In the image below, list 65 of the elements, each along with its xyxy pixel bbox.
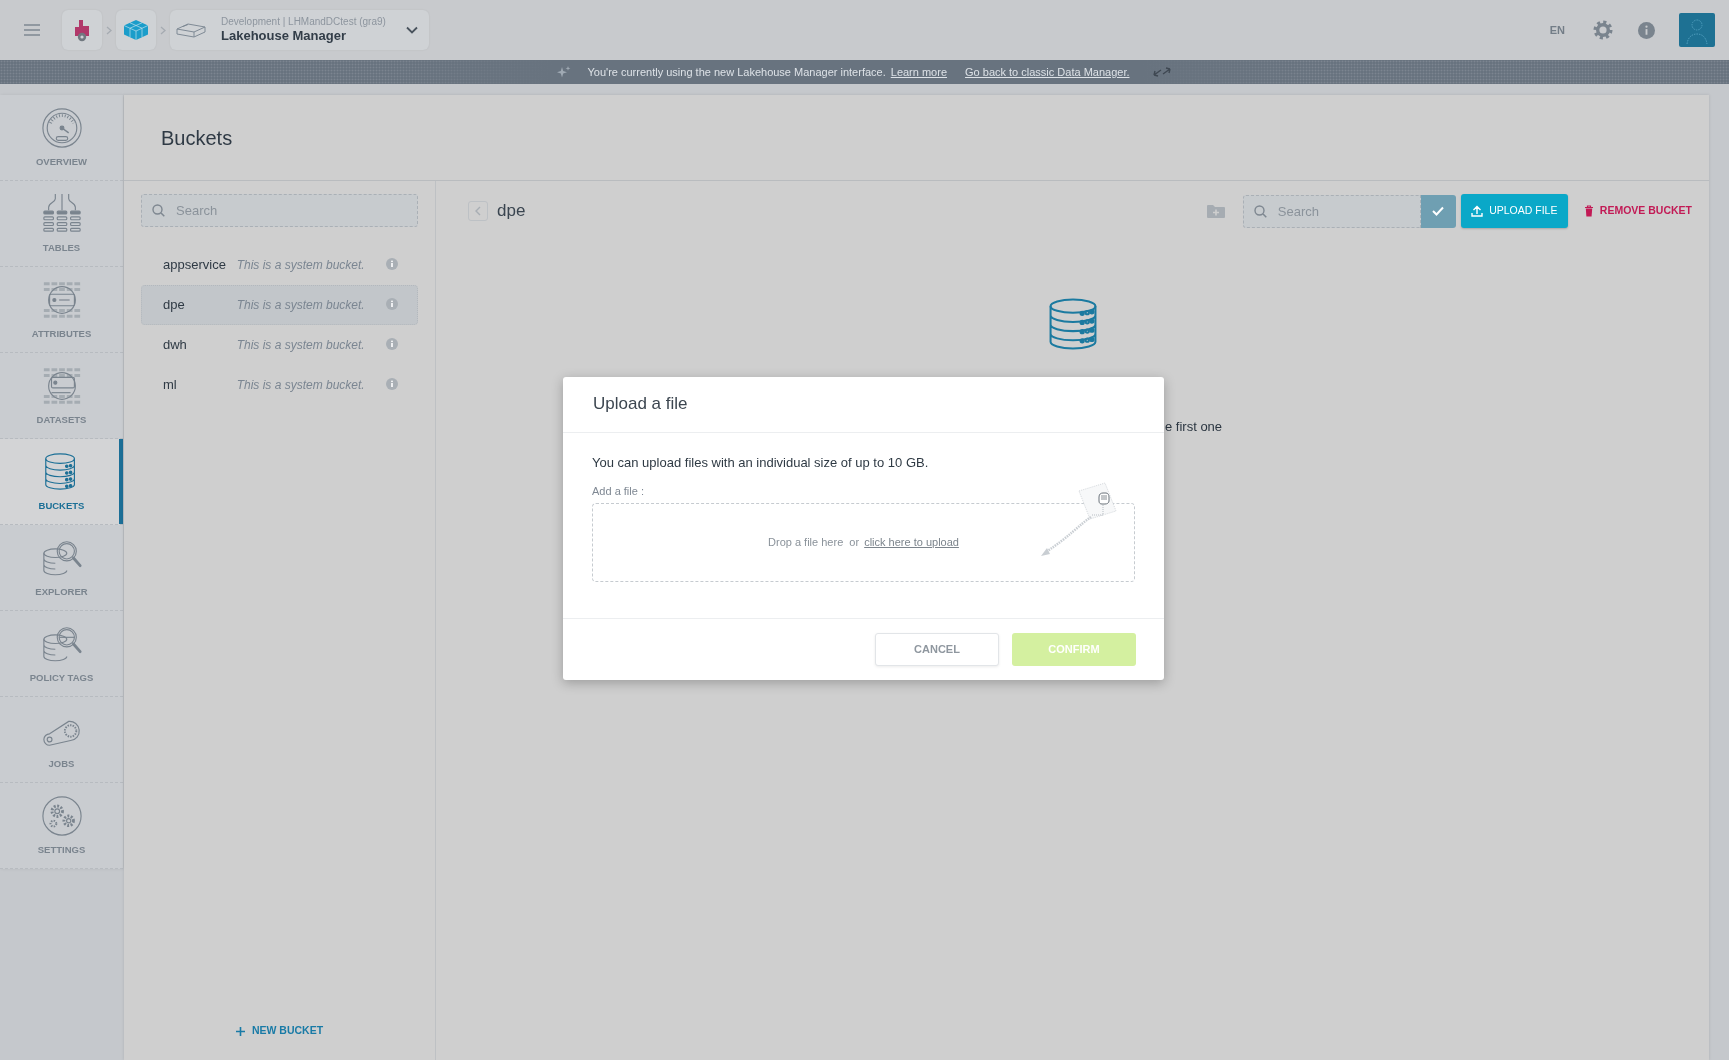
sidebar-item[interactable]: EXPLORER [0,525,123,611]
check-icon [1432,206,1445,216]
search-field[interactable]: Search [1242,194,1421,228]
gauge-icon [40,107,83,149]
avatar-icon[interactable] [1679,13,1715,47]
chevron-left-icon [474,206,482,216]
trash-icon [1583,205,1594,217]
upload-file-button[interactable]: UPLOAD FILE [1460,194,1568,228]
learn-more-link[interactable]: Learn more [890,63,948,81]
bucket-list-item[interactable]: ml This is a system bucket. [141,365,418,405]
bucket-list-item[interactable]: appservice This is a system bucket. [141,245,418,285]
upload-icon [1471,205,1484,217]
chevron-down-icon [406,26,418,34]
cubes-icon [123,19,149,41]
remove-bucket-button[interactable]: REMOVE BUCKET [1581,196,1694,226]
breadcrumb-item[interactable] [116,10,156,50]
bucket-list-item[interactable]: dpe This is a system bucket. [141,285,418,325]
search-icon [1253,204,1267,218]
plus-icon [235,1026,245,1036]
table-rows-icon [40,193,83,235]
info-icon[interactable] [385,298,398,310]
dialog-message: You can upload files with an individual size of up to 10 GB. [592,454,929,472]
info-icon[interactable] [385,338,398,350]
bucket-list-item[interactable]: dwh This is a system bucket. [141,325,418,365]
menu-icon[interactable] [24,24,40,36]
back-button[interactable] [468,201,488,221]
breadcrumb-item[interactable] [62,10,102,50]
dialog-title: Upload a file [593,394,688,415]
sidebar-item[interactable]: JOBS [0,697,123,783]
apply-button[interactable] [1420,194,1456,228]
environment-label: Development | LHMandDCtest (gra9) [221,16,386,28]
bucket-title: dpe [497,200,526,223]
cancel-button[interactable]: CANCEL [875,633,999,666]
chevron-right-icon [106,25,112,35]
field-label: Add a file : [592,484,644,498]
info-icon[interactable] [385,378,398,390]
settings-icon[interactable] [1593,20,1613,40]
drop-instructions: Drop a file here or click here to upload [768,535,959,551]
info-icon[interactable] [385,258,398,270]
language-menu[interactable]: EN [1548,21,1566,39]
sidebar-item[interactable]: BUCKETS [0,439,123,525]
gears-icon [40,795,83,837]
app-switcher[interactable]: Development | LHMandDCtest (gra9) Lakehouse Manager [170,10,429,50]
classic-manager-link[interactable]: Go back to classic Data Manager. [965,63,1130,81]
app-title: Lakehouse Manager [221,28,346,44]
sidebar-item[interactable]: TABLES [0,181,123,267]
sidebar-item[interactable]: SETTINGS [0,783,123,869]
banner-message: You're currently using the new Lakehouse Manager interface. [587,64,886,80]
upload-link[interactable]: click here to upload [864,536,959,549]
arrows-icon [1151,66,1172,78]
sidebar-item[interactable]: OVERVIEW [0,95,123,181]
chevron-right-icon [160,25,166,35]
database-icon [1047,298,1098,350]
sparkle-icon [557,66,572,78]
cuboid-icon [176,21,206,39]
page-title: Buckets [161,125,233,150]
search-icon [152,204,165,217]
sidebar-item[interactable]: POLICY TAGS [0,611,123,697]
folder-plus-icon[interactable] [1206,204,1225,218]
sidebar-item[interactable]: ATTRIBUTES [0,267,123,353]
empty-state-text: e first one [1165,418,1223,436]
search-field[interactable]: Search [141,194,418,227]
sidebar-item[interactable]: DATASETS [0,353,123,439]
info-icon[interactable] [1638,21,1655,39]
new-bucket-button[interactable]: NEW BUCKET [233,1020,326,1042]
